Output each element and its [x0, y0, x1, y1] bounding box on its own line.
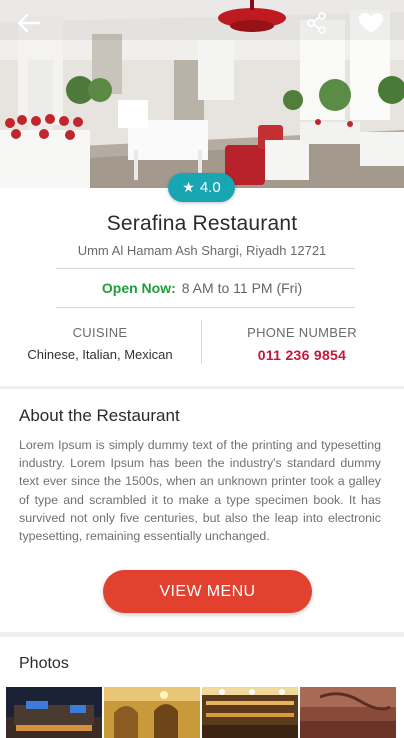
photo-thumbnail[interactable]: [6, 687, 102, 738]
hours-value: 8 AM to 11 PM (Fri): [181, 280, 303, 296]
divider: [56, 268, 355, 269]
open-now-label: Open Now:: [101, 280, 176, 296]
phone-number-link[interactable]: 011 236 9854: [214, 347, 390, 363]
favorite-button[interactable]: [356, 9, 386, 37]
about-title: About the Restaurant: [19, 406, 180, 425]
star-icon: ★: [182, 179, 195, 195]
restaurant-name: Serafina Restaurant: [106, 212, 298, 235]
photo-thumbnail[interactable]: [104, 687, 200, 738]
photos-title: Photos: [19, 655, 69, 672]
rating-value: 4.0: [199, 179, 221, 196]
share-icon: [307, 12, 326, 34]
phone-label: PHONE NUMBER: [247, 325, 357, 340]
back-button[interactable]: [14, 9, 44, 37]
heart-icon: [359, 13, 383, 33]
opening-hours: Open Now: 8 AM to 11 PM (Fri): [0, 280, 404, 296]
view-menu-button[interactable]: VIEW MENU: [103, 570, 312, 613]
arrow-left-icon: [17, 13, 41, 33]
restaurant-info-card: Serafina Restaurant Umm Al Hamam Ash Sha…: [0, 188, 404, 386]
cuisine-value: Chinese, Italian, Mexican: [27, 347, 173, 362]
about-section: About the Restaurant Lorem Ipsum is simp…: [0, 389, 404, 632]
divider: [56, 307, 355, 308]
photos-section: Photos: [0, 637, 404, 738]
vertical-divider: [201, 320, 202, 364]
about-text: Lorem Ipsum is simply dummy text of the …: [19, 438, 381, 544]
share-button[interactable]: [302, 9, 332, 37]
hero-image: [0, 0, 404, 188]
restaurant-address: Umm Al Hamam Ash Shargi, Riyadh 12721: [77, 243, 327, 258]
cuisine-label: CUISINE: [72, 325, 128, 340]
photo-thumbnail[interactable]: [300, 687, 396, 738]
photo-thumbnail[interactable]: [202, 687, 298, 738]
phone-section: PHONE NUMBER 011 236 9854: [214, 325, 390, 363]
rating-badge: ★ 4.0: [168, 173, 235, 202]
cuisine-section: CUISINE Chinese, Italian, Mexican: [12, 325, 188, 362]
